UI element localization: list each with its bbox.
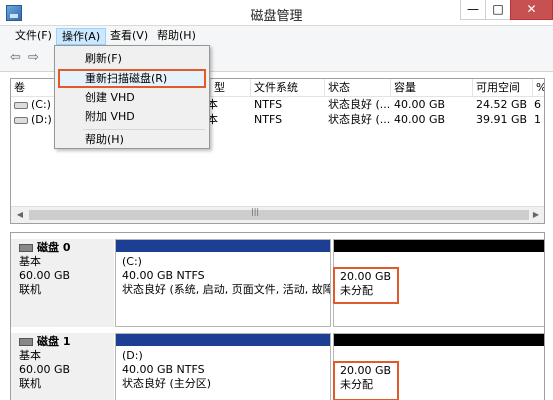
volume-c-block[interactable]: (C:) 40.00 GB NTFS 状态良好 (系统, 启动, 页面文件, 活… [115,239,331,327]
drive-icon [14,116,28,124]
maximize-button[interactable]: □ [485,0,511,20]
menu-view[interactable]: 查看(V) [105,28,153,45]
disk-name: 磁盘 0 [37,241,71,254]
volume-d-block[interactable]: (D:) 40.00 GB NTFS 状态良好 (主分区) [115,333,331,400]
disk-type: 基本 [19,255,41,268]
forward-arrow-icon[interactable]: ⇨ [28,51,42,64]
menu-file[interactable]: 文件(F) [10,28,57,45]
filesystem-cell: NTFS [254,98,283,111]
back-arrow-icon[interactable]: ⇦ [10,51,24,64]
disk-type: 基本 [19,349,41,362]
volume-bar [116,334,330,346]
volume-status: 状态良好 (系统, 启动, 页面文件, 活动, 故障转 [122,283,331,296]
percent-cell: 6 [534,98,541,111]
unallocated-bar [334,334,544,346]
menu-help[interactable]: 帮助(H) [152,28,201,45]
column-header-type[interactable]: 型 [211,79,251,97]
filesystem-cell: NTFS [254,113,283,126]
disk-icon [19,244,33,252]
disk-layout-pane: 磁盘 0 基本 60.00 GB 联机 (C:) 40.00 GB NTFS 状… [10,232,545,400]
volume-size: 40.00 GB NTFS [122,363,205,376]
scroll-right-icon[interactable]: ▶ [529,208,543,222]
scrollbar-thumb[interactable] [29,210,529,220]
close-button[interactable]: ✕ [510,0,553,20]
menu-item-create-vhd[interactable]: 创建 VHD [57,88,207,107]
drive-icon [14,101,28,109]
disk-state: 联机 [19,377,41,390]
free-space-cell: 39.91 GB [476,113,528,126]
minimize-button[interactable]: — [460,0,486,20]
status-cell: 状态良好 (... [328,113,391,126]
menu-bar: 文件(F) 操作(A) 查看(V) 帮助(H) [0,26,553,46]
column-header-percent[interactable]: % [533,79,544,97]
column-header-filesystem[interactable]: 文件系统 [251,79,325,97]
disk-name: 磁盘 1 [37,335,71,348]
scroll-grip-icon: ||| [251,207,260,216]
status-cell: 状态良好 (... [328,98,391,111]
free-space-cell: 24.52 GB [476,98,528,111]
highlight-box [333,361,399,400]
volume-name: (D:) [31,113,52,126]
capacity-cell: 40.00 GB [394,113,446,126]
scroll-left-icon[interactable]: ◀ [13,208,27,222]
disk-icon [19,338,33,346]
disk-0-info[interactable]: 磁盘 0 基本 60.00 GB 联机 [11,239,114,327]
disk-size: 60.00 GB [19,269,71,282]
menu-item-help[interactable]: 帮助(H) [57,130,207,149]
percent-cell: 1 [534,113,541,126]
disk-size: 60.00 GB [19,363,71,376]
column-header-status[interactable]: 状态 [325,79,391,97]
column-header-free-space[interactable]: 可用空间 [473,79,533,97]
menu-item-rescan-disks[interactable]: 重新扫描磁盘(R) [57,69,207,88]
horizontal-scrollbar[interactable]: ◀ ||| ▶ [11,206,544,223]
volume-status: 状态良好 (主分区) [122,377,212,390]
title-bar: 磁盘管理 — □ ✕ [0,0,553,26]
action-menu-dropdown: 刷新(F) 重新扫描磁盘(R) 创建 VHD 附加 VHD 帮助(H) [54,45,210,149]
disk-1-info[interactable]: 磁盘 1 基本 60.00 GB 联机 [11,333,114,400]
volume-size: 40.00 GB NTFS [122,269,205,282]
volume-name: (C:) [31,98,51,111]
volume-bar [116,240,330,252]
disk-state: 联机 [19,283,41,296]
menu-item-attach-vhd[interactable]: 附加 VHD [57,107,207,126]
volume-label: (C:) [122,255,142,268]
menu-item-refresh[interactable]: 刷新(F) [57,49,207,68]
unallocated-bar [334,240,544,252]
column-header-capacity[interactable]: 容量 [391,79,473,97]
volume-label: (D:) [122,349,143,362]
highlight-box [333,267,399,304]
capacity-cell: 40.00 GB [394,98,446,111]
menu-action[interactable]: 操作(A) [56,28,107,45]
